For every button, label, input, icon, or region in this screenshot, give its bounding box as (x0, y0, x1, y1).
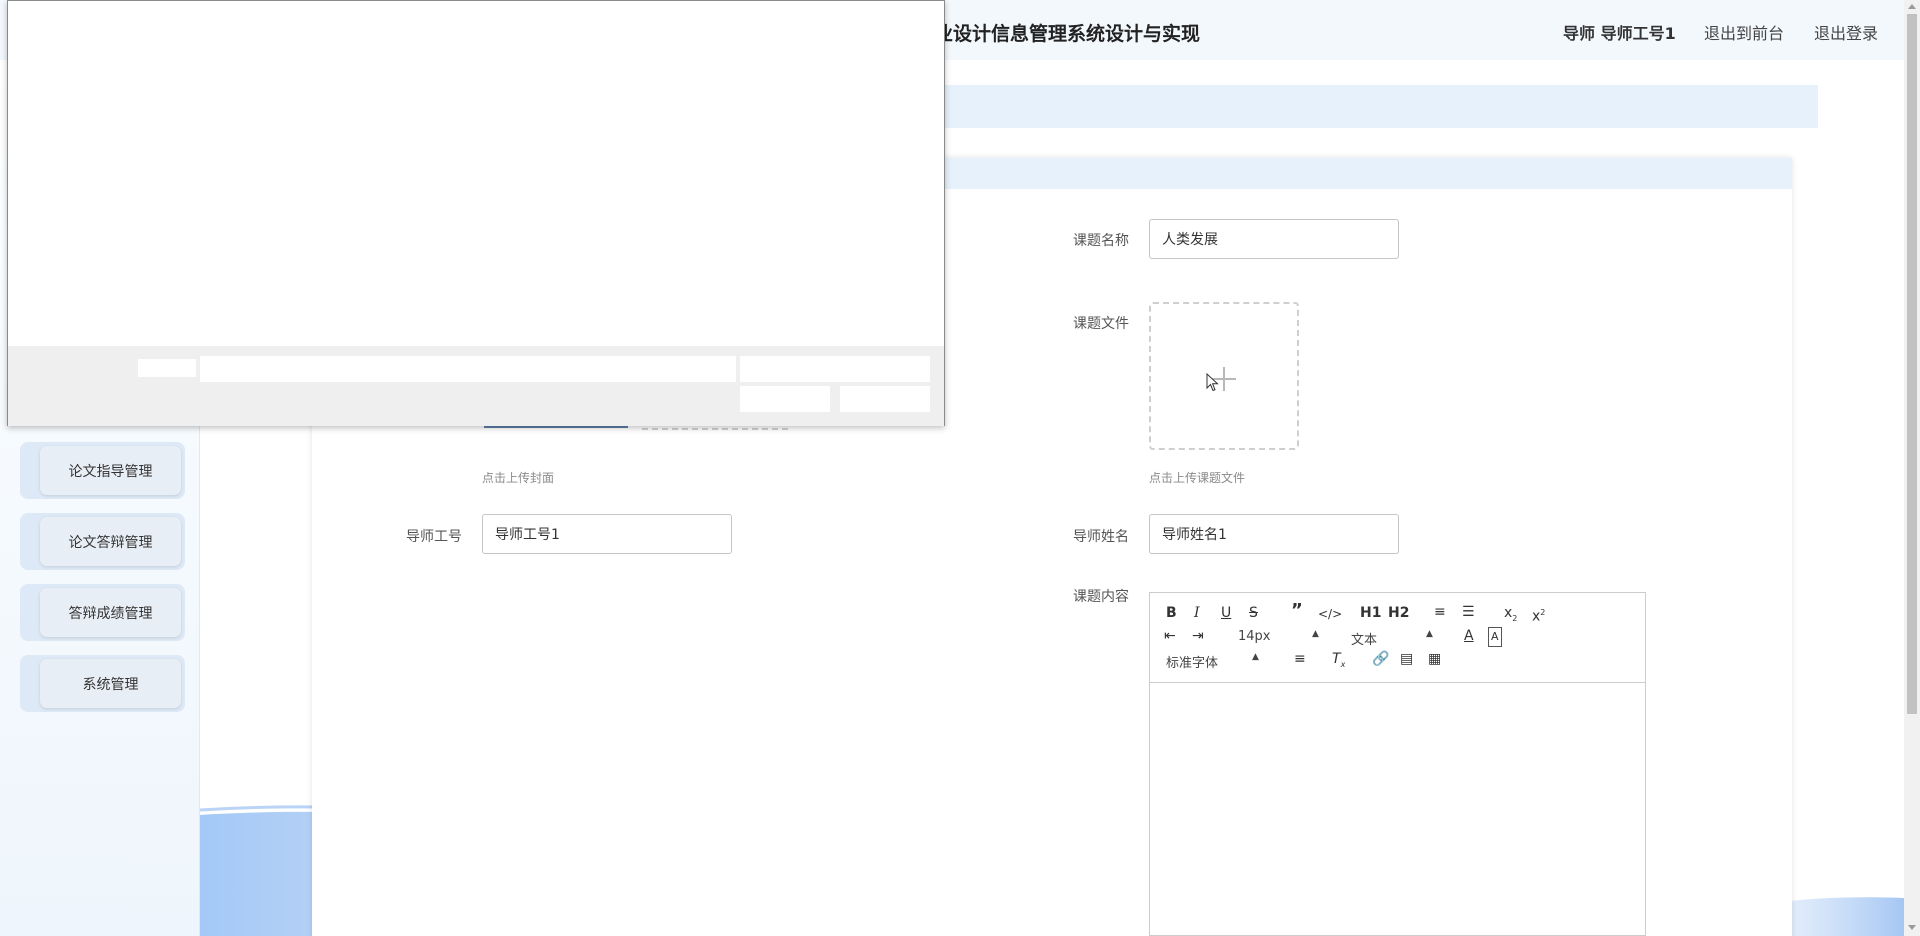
footer-field-label (138, 359, 196, 377)
topic-file-label: 课题文件 (1073, 316, 1129, 332)
cover-upload-hint: 点击上传封面 (482, 471, 555, 485)
italic-icon[interactable]: I (1194, 604, 1200, 622)
image-icon[interactable]: ▤ (1400, 650, 1413, 668)
subscript-icon[interactable]: x2 (1504, 604, 1517, 628)
file-upload-hint: 点击上传课题文件 (1149, 471, 1246, 485)
teacher-name-label: 导师姓名 (1073, 529, 1129, 545)
blockquote-icon[interactable]: ” (1291, 602, 1303, 620)
mouse-cursor-icon (1206, 373, 1219, 392)
overlay-window (7, 0, 945, 426)
code-block-icon[interactable]: </> (1318, 605, 1342, 623)
sidebar-item-label: 系统管理 (82, 676, 139, 693)
bold-icon[interactable]: B (1166, 604, 1177, 622)
cover-upload-box[interactable] (642, 426, 788, 430)
vertical-scrollbar[interactable] (1904, 0, 1920, 936)
font-family-select[interactable]: 标准字体 (1166, 652, 1218, 671)
topic-name-label: 课题名称 (1073, 233, 1129, 249)
footer-confirm-button[interactable] (740, 386, 830, 412)
sidebar-item-system[interactable]: 系统管理 (20, 655, 185, 712)
sidebar-item-label: 论文答辩管理 (68, 534, 153, 551)
rich-text-editor: B I U S ” </> H1 H2 ≡ ☰ x2 x2 ⇤ ⇥ 14px ▲… (1149, 592, 1646, 936)
logout-link[interactable]: 退出登录 (1814, 20, 1878, 44)
teacher-id-label: 导师工号 (406, 529, 462, 545)
background-color-icon[interactable]: A (1488, 627, 1502, 647)
underline-icon[interactable]: U (1221, 604, 1231, 622)
select-arrow-icon: ▲ (1426, 629, 1433, 639)
sidebar-item-thesis-defense[interactable]: 论文答辩管理 (20, 513, 185, 570)
current-user: 导师 导师工号1 (1563, 24, 1676, 43)
sidebar-item-defense-score[interactable]: 答辩成绩管理 (20, 584, 185, 641)
content-label: 课题内容 (1073, 589, 1129, 605)
ordered-list-icon[interactable]: ≡ (1434, 603, 1446, 621)
font-color-icon[interactable]: A (1464, 627, 1474, 645)
video-icon[interactable]: ▦ (1428, 650, 1441, 668)
scroll-down-icon[interactable] (1908, 925, 1916, 930)
indent-icon[interactable]: ⇥ (1192, 627, 1204, 645)
scroll-up-icon[interactable] (1908, 4, 1916, 9)
select-arrow-icon: ▲ (1252, 652, 1259, 662)
editor-toolbar: B I U S ” </> H1 H2 ≡ ☰ x2 x2 ⇤ ⇥ 14px ▲… (1150, 593, 1645, 683)
sidebar-item-thesis-guidance[interactable]: 论文指导管理 (20, 442, 185, 499)
footer-path-input[interactable] (200, 356, 736, 382)
teacher-id-input[interactable] (482, 514, 732, 554)
back-to-front-link[interactable]: 退出到前台 (1704, 20, 1784, 44)
footer-type-select[interactable] (740, 356, 930, 382)
bullet-list-icon[interactable]: ☰ (1462, 603, 1475, 621)
app-title: 业设计信息管理系统设计与实现 (934, 23, 1201, 45)
sidebar-item-label: 答辩成绩管理 (68, 605, 153, 622)
footer-cancel-button[interactable] (840, 386, 930, 412)
overlay-footer (8, 346, 944, 426)
editor-content-area[interactable] (1150, 683, 1645, 935)
link-icon[interactable]: 🔗 (1372, 650, 1389, 668)
teacher-name-input[interactable] (1149, 514, 1399, 554)
h1-icon[interactable]: H1 (1360, 604, 1381, 622)
superscript-icon[interactable]: x2 (1532, 604, 1545, 626)
font-size-select[interactable]: 14px (1238, 629, 1271, 644)
scrollbar-thumb[interactable] (1907, 14, 1917, 714)
strike-icon[interactable]: S (1249, 604, 1258, 622)
sidebar-item-label: 论文指导管理 (68, 463, 153, 480)
heading-select[interactable]: 文本 (1351, 629, 1377, 648)
select-arrow-icon: ▲ (1312, 629, 1319, 639)
align-icon[interactable]: ≡ (1294, 650, 1306, 668)
topic-name-input[interactable] (1149, 219, 1399, 259)
outdent-icon[interactable]: ⇤ (1164, 627, 1176, 645)
h2-icon[interactable]: H2 (1388, 604, 1409, 622)
clear-format-icon[interactable]: Tx (1332, 650, 1345, 674)
